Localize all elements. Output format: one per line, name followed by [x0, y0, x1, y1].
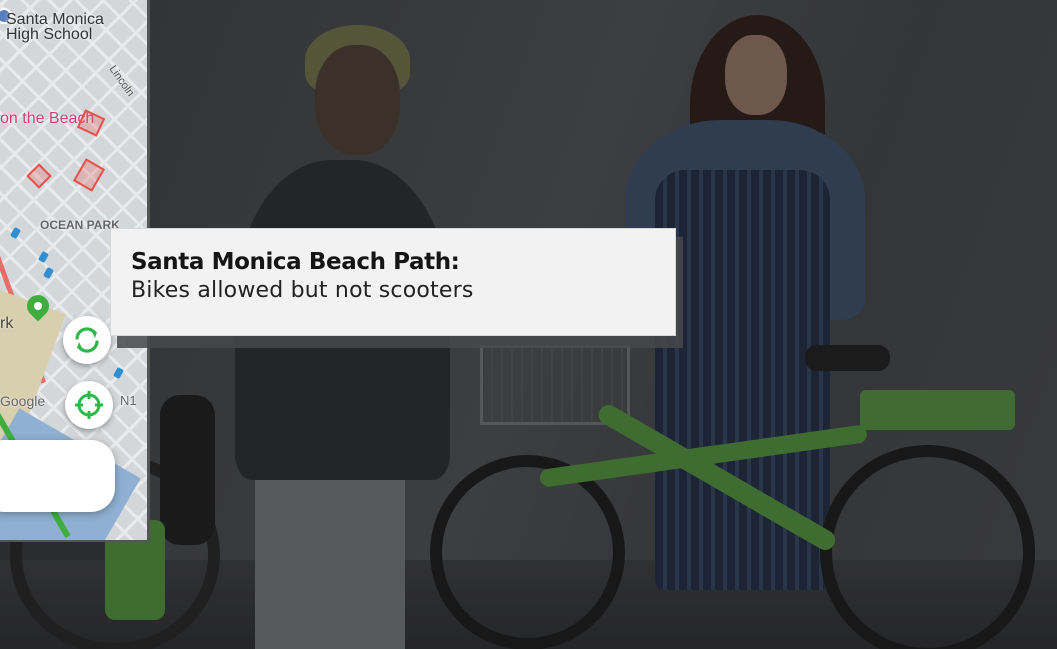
bottom-search-card[interactable]: [0, 440, 115, 512]
neighborhood-label: OCEAN PARK: [40, 218, 120, 232]
locate-button[interactable]: [65, 381, 113, 429]
road-label: N1: [120, 393, 137, 408]
refresh-button[interactable]: [63, 316, 111, 364]
google-attribution: Google: [0, 393, 46, 409]
school-label: Santa Monica High School: [6, 11, 104, 43]
refresh-icon: [75, 327, 99, 353]
stage: Santa Monica High School Lincoln on the …: [0, 0, 1057, 649]
info-callout: Santa Monica Beach Path: Bikes allowed b…: [110, 228, 676, 336]
school-label-line2: High School: [6, 26, 93, 43]
crosshair-icon: [75, 391, 103, 419]
callout-title: Santa Monica Beach Path:: [131, 249, 460, 275]
school-label-line1: Santa Monica: [6, 11, 104, 28]
park-label: rk: [0, 315, 14, 332]
callout-body: Bikes allowed but not scooters: [131, 278, 474, 303]
